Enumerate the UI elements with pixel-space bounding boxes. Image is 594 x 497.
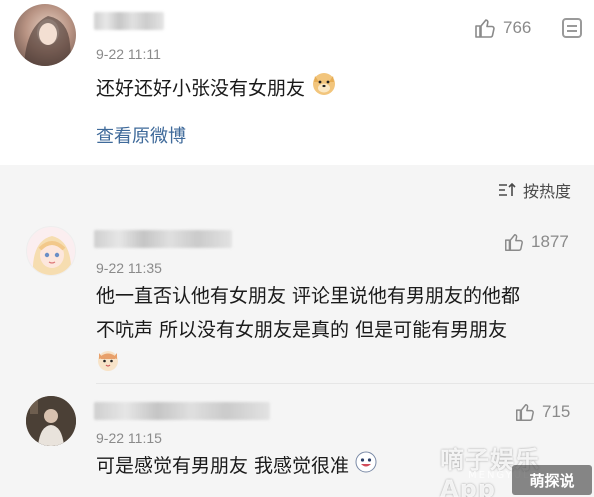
- view-original-link[interactable]: 查看原微博: [96, 122, 186, 148]
- avatar-photo: [26, 396, 76, 446]
- like-count: 715: [542, 402, 571, 421]
- sort-by-hot-button[interactable]: 按热度: [497, 178, 571, 202]
- sort-label: 按热度: [523, 182, 572, 201]
- reply-text: 可是感觉有男朋友 我感觉很准: [96, 448, 377, 485]
- thumbs-up-icon: [516, 404, 534, 421]
- avatar[interactable]: [14, 4, 76, 66]
- like-count: 766: [503, 18, 532, 37]
- thumbs-up-icon: [505, 234, 523, 251]
- reply-text-line: 他一直否认他有女朋友 评论里说他有男朋友的他都: [96, 285, 521, 307]
- avatar-cartoon-girl: [32, 236, 72, 275]
- corner-watermark-logo: 萌探说: [512, 465, 592, 495]
- avatar[interactable]: [26, 396, 76, 446]
- like-count: 1877: [531, 232, 569, 251]
- username[interactable]: [94, 402, 270, 420]
- divider: [96, 383, 594, 384]
- reply-time: 9-22 11:15: [96, 430, 162, 446]
- happy-emoji: [355, 449, 377, 485]
- doge-emoji: [311, 70, 337, 108]
- cat-emoji: [96, 348, 120, 376]
- comment-time: 9-22 11:11: [96, 46, 161, 62]
- reply-text-line: 不吭声 所以没有女朋友是真的 但是可能有男朋友: [96, 319, 508, 341]
- username[interactable]: [94, 12, 164, 30]
- username[interactable]: [94, 230, 232, 248]
- like-button[interactable]: 1877: [503, 231, 569, 253]
- avatar-portrait: [24, 16, 72, 66]
- like-button[interactable]: 766: [473, 16, 531, 40]
- like-button[interactable]: 715: [514, 401, 570, 423]
- comment-text: 还好还好小张没有女朋友: [96, 70, 337, 108]
- reply-time: 9-22 11:35: [96, 260, 162, 276]
- thumbs-up-icon: [475, 19, 495, 38]
- sort-icon: [499, 182, 516, 196]
- more-options-icon[interactable]: [562, 18, 582, 38]
- avatar[interactable]: [26, 226, 76, 276]
